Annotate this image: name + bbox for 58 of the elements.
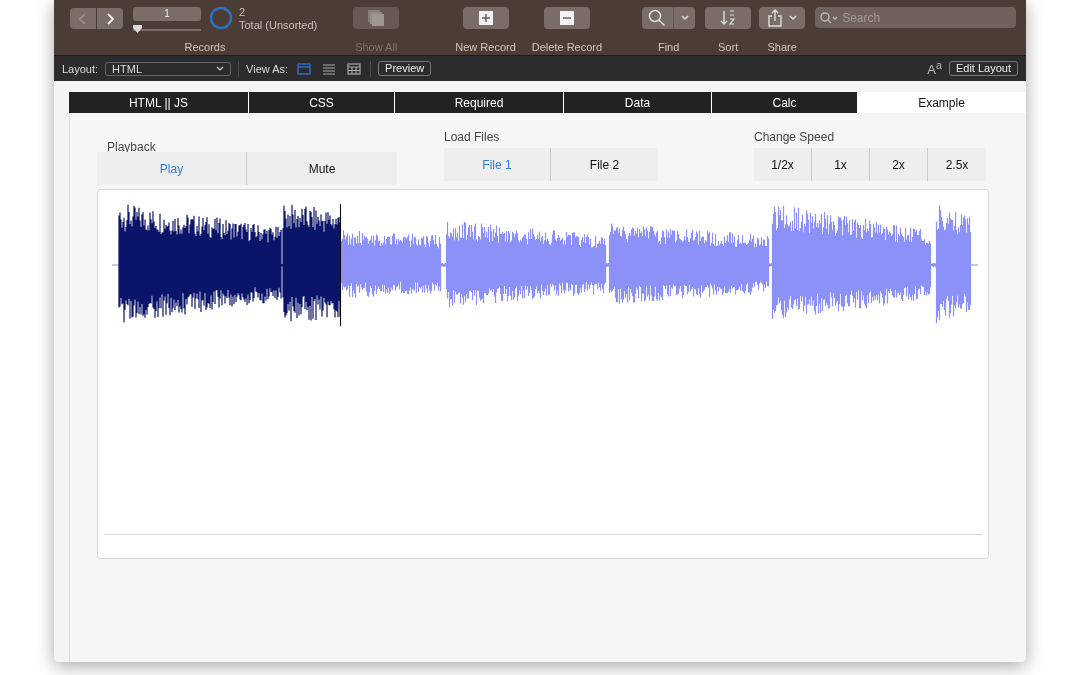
control-button[interactable]: 1/2x: [754, 148, 812, 181]
caret-icon: [788, 15, 797, 21]
caret-icon: [216, 65, 225, 72]
control-button[interactable]: Play: [97, 152, 247, 185]
sort-label: Sort: [718, 41, 739, 53]
chevron-right-icon: [106, 12, 114, 25]
delete-button[interactable]: [543, 7, 590, 29]
found-status: Total (Unsorted): [239, 19, 318, 32]
sort-arrow-icon: [720, 9, 737, 27]
find-button[interactable]: [642, 7, 696, 29]
tab[interactable]: Required: [395, 92, 564, 113]
control-button[interactable]: File 2: [551, 148, 658, 181]
search-icon: [820, 12, 839, 24]
tab[interactable]: Data: [564, 92, 712, 113]
control-button[interactable]: Mute: [247, 152, 397, 185]
plus-square-icon: [478, 11, 493, 25]
group-title: Load Files: [444, 130, 501, 144]
search-field[interactable]: Search: [815, 7, 1017, 28]
table-view-icon: [347, 62, 362, 75]
found-count: 2: [239, 6, 247, 19]
layout-dropdown[interactable]: HTML: [105, 61, 232, 76]
sort-button[interactable]: [705, 7, 752, 29]
chevron-left-icon: [79, 12, 87, 25]
stacked-pages-icon: [366, 9, 387, 27]
view-table-button[interactable]: [345, 62, 364, 75]
list-view-icon: [322, 62, 337, 75]
share-button[interactable]: [759, 7, 806, 29]
find-label: Find: [657, 41, 680, 53]
minus-square-icon: [559, 11, 574, 25]
next-button[interactable]: [97, 8, 123, 29]
new-button[interactable]: [462, 7, 509, 29]
record-number-field[interactable]: 1: [133, 7, 201, 21]
records-label: Records: [184, 41, 226, 53]
search-icon: [648, 9, 667, 27]
tab[interactable]: Example: [858, 92, 1026, 113]
tab[interactable]: CSS: [249, 92, 395, 113]
slider-thumb[interactable]: [133, 25, 142, 33]
preview-button[interactable]: Preview: [378, 61, 432, 76]
tab[interactable]: HTML || JS: [69, 92, 249, 113]
tab[interactable]: Calc: [712, 92, 858, 113]
group-title: Playback: [107, 140, 157, 154]
form-view-icon: [297, 62, 312, 75]
control-button[interactable]: 2x: [870, 148, 928, 181]
caret-icon: [681, 15, 690, 21]
group-title: Change Speed: [754, 130, 836, 144]
found-set-pie-icon: [209, 6, 233, 30]
share-label: Share: [767, 41, 797, 53]
share-icon: [767, 9, 782, 27]
view-form-button[interactable]: [295, 62, 314, 75]
control-button[interactable]: File 1: [444, 148, 551, 181]
view-as-label: View As:: [246, 62, 289, 75]
edit-layout-button[interactable]: Edit Layout: [948, 61, 1018, 76]
layout-label: Layout:: [62, 62, 99, 75]
new-label: New Record: [455, 41, 516, 53]
control-button[interactable]: 2.5x: [928, 148, 986, 181]
control-button[interactable]: 1x: [812, 148, 870, 181]
delete-label: Delete Record: [531, 41, 603, 53]
font-size-icon: A$^{a}$: [927, 59, 942, 78]
